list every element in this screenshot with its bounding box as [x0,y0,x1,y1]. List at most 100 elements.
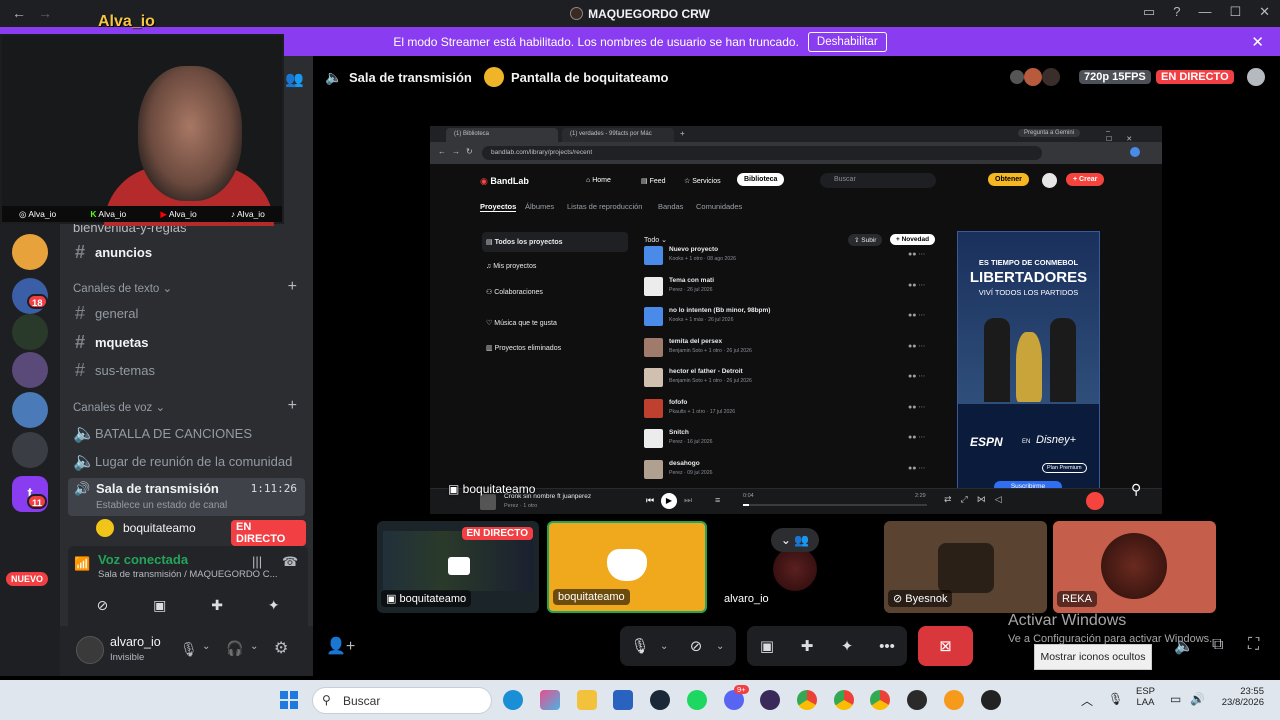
next-track-icon[interactable]: ⏭ [684,495,692,506]
channel-anuncios[interactable]: # anuncios [73,242,152,263]
browser-tab[interactable]: (1) Biblioteca [446,128,558,142]
side-my-projects[interactable]: ♫ Mis proyectos [486,263,536,270]
chrome-icon[interactable] [870,690,890,710]
subtab-albums[interactable]: Álbumes [525,202,554,211]
help-icon[interactable]: ? [1173,4,1180,20]
add-channel-icon[interactable]: + [288,397,297,415]
channel-mquetas[interactable]: # mquetas [73,332,148,353]
get-button[interactable]: Obtener [988,173,1029,186]
profile-avatar[interactable] [1130,147,1140,157]
participant-tile[interactable]: ⊘ Byesnok [884,521,1047,613]
chat-bubble-icon[interactable] [1247,68,1265,86]
browser-icon[interactable] [944,690,964,710]
microphone-icon[interactable]: 🎙 [620,626,660,666]
previous-track-icon[interactable]: ⏮ [646,495,654,506]
server-avatar[interactable] [12,352,48,388]
inbox-icon[interactable]: ▭ [1143,4,1155,20]
invite-icon[interactable]: 👤+ [326,636,355,656]
screen-share-icon[interactable]: ▣ [747,626,787,666]
app-icon[interactable] [907,690,927,710]
bandlab-search[interactable]: Buscar [820,173,936,188]
chevron-down-icon[interactable]: ⌄ [660,641,676,652]
nav-home[interactable]: ⌂ Home [586,177,611,184]
category-voice[interactable]: Canales de voz ⌄ [73,400,165,414]
settings-gear-icon[interactable]: ⚙ [274,638,288,658]
copilot-icon[interactable] [540,690,560,710]
play-icon[interactable]: ▶ [661,493,677,509]
clock[interactable]: 23:55 23/8/2026 [1218,686,1264,708]
media-player-icon[interactable] [981,690,1001,710]
filter-dropdown[interactable]: Todo ⌄ [644,236,667,244]
project-actions-icon[interactable]: ●● ⋯ [908,464,925,472]
voice-channel-lugar[interactable]: 🔈 Lugar de reunión de la comunidad [73,451,292,472]
shared-screen[interactable]: (1) Biblioteca (1) verdades - 99facts po… [430,126,1162,514]
address-bar[interactable]: bandlab.com/library/projects/recent [482,146,1042,160]
members-toggle[interactable]: ⌄ 👥 [771,528,819,552]
nav-services[interactable]: ☆ Servicios [684,177,721,185]
project-actions-icon[interactable]: ●● ⋯ [908,311,925,319]
chrome-icon[interactable] [834,690,854,710]
project-actions-icon[interactable]: ●● ⋯ [908,250,925,258]
server-avatar[interactable] [12,234,48,270]
project-row[interactable]: temita del persex Benjamin Soto + 1 otro … [644,336,944,360]
server-avatar[interactable] [12,432,48,468]
chevron-down-icon[interactable]: ⌄ [716,641,732,652]
camera-off-icon[interactable]: ⊘ [676,626,716,666]
record-button[interactable] [1086,492,1104,510]
participant-avatars[interactable] [1010,68,1060,88]
chevron-down-icon[interactable]: ⌄ [202,641,210,652]
server-avatar[interactable] [12,314,48,350]
windows-start-icon[interactable] [279,690,299,710]
channel-sus-temas[interactable]: # sus-temas [73,360,155,381]
channel-general[interactable]: # general [73,303,138,324]
soundboard-icon[interactable]: ✦ [827,626,867,666]
maximize-icon[interactable]: ☐ [1229,4,1241,20]
project-actions-icon[interactable]: ●● ⋯ [908,342,925,350]
create-button[interactable]: + Crear [1066,173,1105,186]
project-row[interactable]: Nuevo proyecto Kooks + 1 otro · 08 ago 20… [644,244,944,268]
chrome-icon[interactable] [797,690,817,710]
participant-tile[interactable]: EN DIRECTO ▣ boquitateamo [377,521,539,613]
category-text[interactable]: Canales de texto ⌄ [73,281,172,295]
close-banner-icon[interactable]: ✕ [1251,33,1264,51]
file-explorer-icon[interactable] [577,690,597,710]
subtab-bands[interactable]: Bandas [658,202,683,211]
subtab-playlists[interactable]: Listas de reproducción [567,202,642,211]
close-window-icon[interactable]: ✕ [1259,4,1270,20]
project-row[interactable]: fofofo Pkaults + 1 otro · 17 jul 2026 ●● ⋯ [644,397,944,421]
project-actions-icon[interactable]: ●● ⋯ [908,403,925,411]
gemini-button[interactable]: Pregunta a Gemini [1018,129,1081,137]
avatar[interactable] [1042,173,1057,188]
project-actions-icon[interactable]: ●● ⋯ [908,372,925,380]
signal-icon[interactable]: 📶 [74,556,90,572]
screen-share-icon[interactable]: ▣ [153,597,166,614]
voice-channel-sala[interactable]: 🔊 Sala de transmisión 1:11:26 Establece … [68,478,305,516]
edge-icon[interactable] [503,690,523,710]
add-channel-icon[interactable]: + [288,278,297,296]
bandlab-logo[interactable]: ◉ BandLab [480,176,529,187]
soundboard-icon[interactable]: ✦ [268,597,280,614]
popout-icon[interactable]: ⧉ [1212,636,1223,654]
fullscreen-icon[interactable]: ⛶ [1248,636,1259,654]
nav-feed[interactable]: ▤ Feed [641,177,666,185]
project-actions-icon[interactable]: ●● ⋯ [908,433,925,441]
project-row[interactable]: no lo intenten (Bb minor, 98bpm) Kooks + … [644,305,944,329]
volume-icon[interactable]: 🔊 [1190,692,1205,706]
new-tab-icon[interactable]: + [680,129,685,138]
chevron-down-icon[interactable]: ⌄ [250,641,258,652]
subtab-communities[interactable]: Comunidades [696,202,742,211]
app-icon[interactable] [760,690,780,710]
channel-status[interactable]: Establece un estado de canal [96,500,227,511]
username[interactable]: alvaro_io [110,635,161,649]
activities-icon[interactable]: ✚ [787,626,827,666]
voice-member[interactable]: boquitateamo EN DIRECTO [96,519,306,546]
browser-window-controls[interactable]: –☐✕ [1106,128,1162,143]
minimize-icon[interactable]: — [1198,4,1211,20]
side-liked-music[interactable]: ♡ Música que te gusta [486,319,557,327]
participant-tile[interactable]: REKA [1053,521,1216,613]
browser-nav-icons[interactable]: ←→↻ [438,147,479,156]
project-row[interactable]: Tema con mati Perez · 26 jul 2026 ●● ⋯ [644,275,944,299]
steam-icon[interactable] [650,690,670,710]
server-avatar[interactable] [12,392,48,428]
spotify-icon[interactable] [687,690,707,710]
